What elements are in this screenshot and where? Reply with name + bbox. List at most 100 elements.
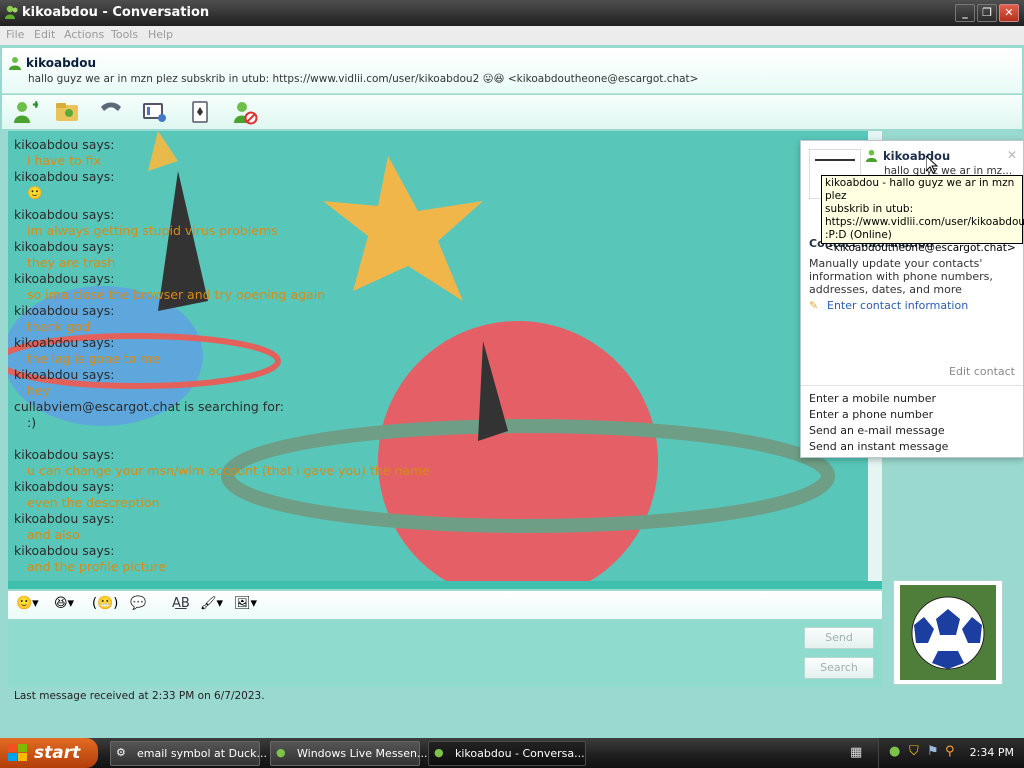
share-files-icon[interactable] (54, 99, 82, 125)
menu-file[interactable]: File (6, 28, 24, 41)
messenger-tray-icon[interactable]: ● (889, 744, 900, 759)
messenger-buddy-icon: ● (276, 746, 286, 759)
menu-actions[interactable]: Actions (64, 28, 104, 41)
enter-phone-number-action[interactable]: Enter a phone number (809, 408, 933, 421)
tongue-emoticon-icon: 😛😆 (482, 73, 505, 85)
search-notice-text: :) (27, 415, 37, 430)
card-contact-name[interactable]: kikoabdou (883, 149, 950, 163)
message-text: hey (27, 383, 51, 398)
send-email-action[interactable]: Send an e-mail message (809, 424, 945, 437)
call-icon[interactable] (98, 99, 126, 125)
message-sender: kikoabdou says: (14, 447, 115, 462)
start-label: start (34, 743, 81, 763)
minimize-button[interactable]: _ (955, 4, 975, 22)
security-shield-icon[interactable]: ⛉ (909, 744, 919, 759)
message-sender: kikoabdou says: (14, 303, 115, 318)
task-label: Windows Live Messen... (297, 747, 428, 760)
contact-email: <kikoabdoutheone@escargot.chat> (507, 73, 699, 85)
conversation-history[interactable]: kikoabdou says: i have to fix kikoabdou … (8, 131, 882, 581)
menu-help[interactable]: Help (148, 28, 173, 41)
task-duckduckgo[interactable]: ⚙ email symbol at Duck... (110, 741, 267, 766)
tooltip-line: https://www.vidlii.com/user/kikoabdou2 (825, 216, 1024, 228)
input-toolbar: 🙂▾ 😆▾ (😬) 💬 A͟B 🖌▾ 🖼▾ (8, 591, 882, 619)
system-tray: ● ⛉ ⚑ ⚲ 2:34 PM (878, 738, 1024, 768)
browser-icon: ⚙ (116, 746, 126, 759)
windows-logo-icon (8, 744, 28, 767)
clock[interactable]: 2:34 PM (970, 746, 1014, 759)
task-label: kikoabdou - Conversa... (455, 747, 585, 760)
contact-tooltip: kikoabdou - hallo guyz we ar in mzn plez… (821, 175, 1024, 254)
taskbar: start ⚙ email symbol at Duck... ● Window… (0, 738, 1024, 768)
message-text: they are trash (27, 255, 116, 270)
pencil-icon: ✎ (809, 299, 819, 312)
message-sender: kikoabdou says: (14, 239, 115, 254)
message-sender: kikoabdou says: (14, 335, 115, 350)
tooltip-line: :P:D (Online) (825, 229, 892, 241)
message-text: the lag is gone to me (27, 351, 161, 366)
message-sender: kikoabdou says: (14, 367, 115, 382)
video-icon[interactable] (142, 99, 170, 125)
tooltip-line: subskrib in utub: (825, 203, 914, 215)
send-instant-message-action[interactable]: Send an instant message (809, 440, 948, 453)
contact-display-picture[interactable] (893, 580, 1003, 685)
message-text: thank god (27, 319, 91, 334)
mouse-cursor-icon (926, 156, 938, 174)
keyboard-icon[interactable]: ▦ (850, 745, 862, 760)
background-brush-icon[interactable]: 🖌▾ (200, 596, 223, 614)
conversation-toolbar (2, 95, 1022, 129)
message-input[interactable]: Send Search (8, 621, 882, 687)
message-sender: kikoabdou says: (14, 543, 115, 558)
message-text: im always getting stupid virus problems (27, 223, 278, 238)
messenger-buddy-icon (4, 4, 20, 23)
block-contact-icon[interactable] (232, 99, 260, 125)
menu-tools[interactable]: Tools (111, 28, 138, 41)
background-image-icon[interactable]: 🖼▾ (234, 596, 257, 614)
window-title: kikoabdou - Conversation (22, 5, 210, 20)
tooltip-line: kikoabdou - hallo guyz we ar in mzn plez (825, 177, 1015, 202)
games-icon[interactable] (188, 99, 216, 125)
close-icon[interactable]: ✕ (1007, 148, 1017, 162)
maximize-button[interactable]: ❐ (977, 4, 997, 22)
last-message-status: Last message received at 2:33 PM on 6/7/… (14, 690, 265, 702)
search-icon[interactable]: ⚲ (945, 744, 955, 759)
menu-edit[interactable]: Edit (34, 28, 55, 41)
tooltip-line: <kikoabdoutheone@escargot.chat> (825, 242, 1016, 254)
message-sender: kikoabdou says: (14, 271, 115, 286)
online-status-icon (8, 56, 22, 73)
message-text: i have to fix (27, 153, 101, 168)
task-windows-live-messenger[interactable]: ● Windows Live Messen... (270, 741, 428, 766)
search-notice-sender: cullabviem@escargot.chat is searching fo… (14, 399, 284, 414)
message-text: so ima close the browser and try opening… (27, 287, 326, 302)
nudge-icon[interactable]: (😬) (92, 596, 118, 614)
message-text: u can change your msn/wlm account (that … (27, 463, 430, 478)
enter-contact-info-link[interactable]: Enter contact information (827, 299, 968, 312)
task-conversation[interactable]: ● kikoabdou - Conversa... (428, 741, 586, 766)
close-button[interactable]: ✕ (999, 4, 1019, 22)
enter-mobile-number-action[interactable]: Enter a mobile number (809, 392, 936, 405)
send-button[interactable]: Send (804, 627, 874, 649)
psm-text: hallo guyz we ar in mzn plez subskrib in… (28, 73, 480, 85)
network-icon[interactable]: ⚑ (927, 744, 939, 759)
font-icon[interactable]: A͟B (172, 596, 190, 614)
title-bar: kikoabdou - Conversation _ ❐ ✕ (0, 0, 1024, 26)
start-button[interactable]: start (0, 738, 98, 768)
card-divider (801, 385, 1023, 386)
voice-clip-icon[interactable]: 💬 (130, 596, 146, 614)
search-button[interactable]: Search (804, 657, 874, 679)
smile-emoticon-icon: 🙂 (27, 185, 43, 200)
message-sender: kikoabdou says: (14, 207, 115, 222)
task-label: email symbol at Duck... (137, 747, 267, 760)
message-sender: kikoabdou says: (14, 137, 115, 152)
pane-splitter[interactable] (8, 581, 882, 589)
messenger-buddy-icon: ● (434, 746, 444, 759)
invite-contact-icon[interactable] (12, 99, 40, 125)
card-description: Manually update your contacts' informati… (809, 257, 993, 296)
message-sender: kikoabdou says: (14, 479, 115, 494)
message-sender: kikoabdou says: (14, 511, 115, 526)
contact-header: kikoabdou hallo guyz we ar in mzn plez s… (2, 48, 1022, 94)
message-text: even the descreption (27, 495, 160, 510)
emoticon-menu-icon[interactable]: 🙂▾ (16, 596, 39, 614)
wink-menu-icon[interactable]: 😆▾ (54, 596, 74, 614)
contact-name[interactable]: kikoabdou (26, 56, 96, 70)
edit-contact-link[interactable]: Edit contact (949, 365, 1015, 378)
